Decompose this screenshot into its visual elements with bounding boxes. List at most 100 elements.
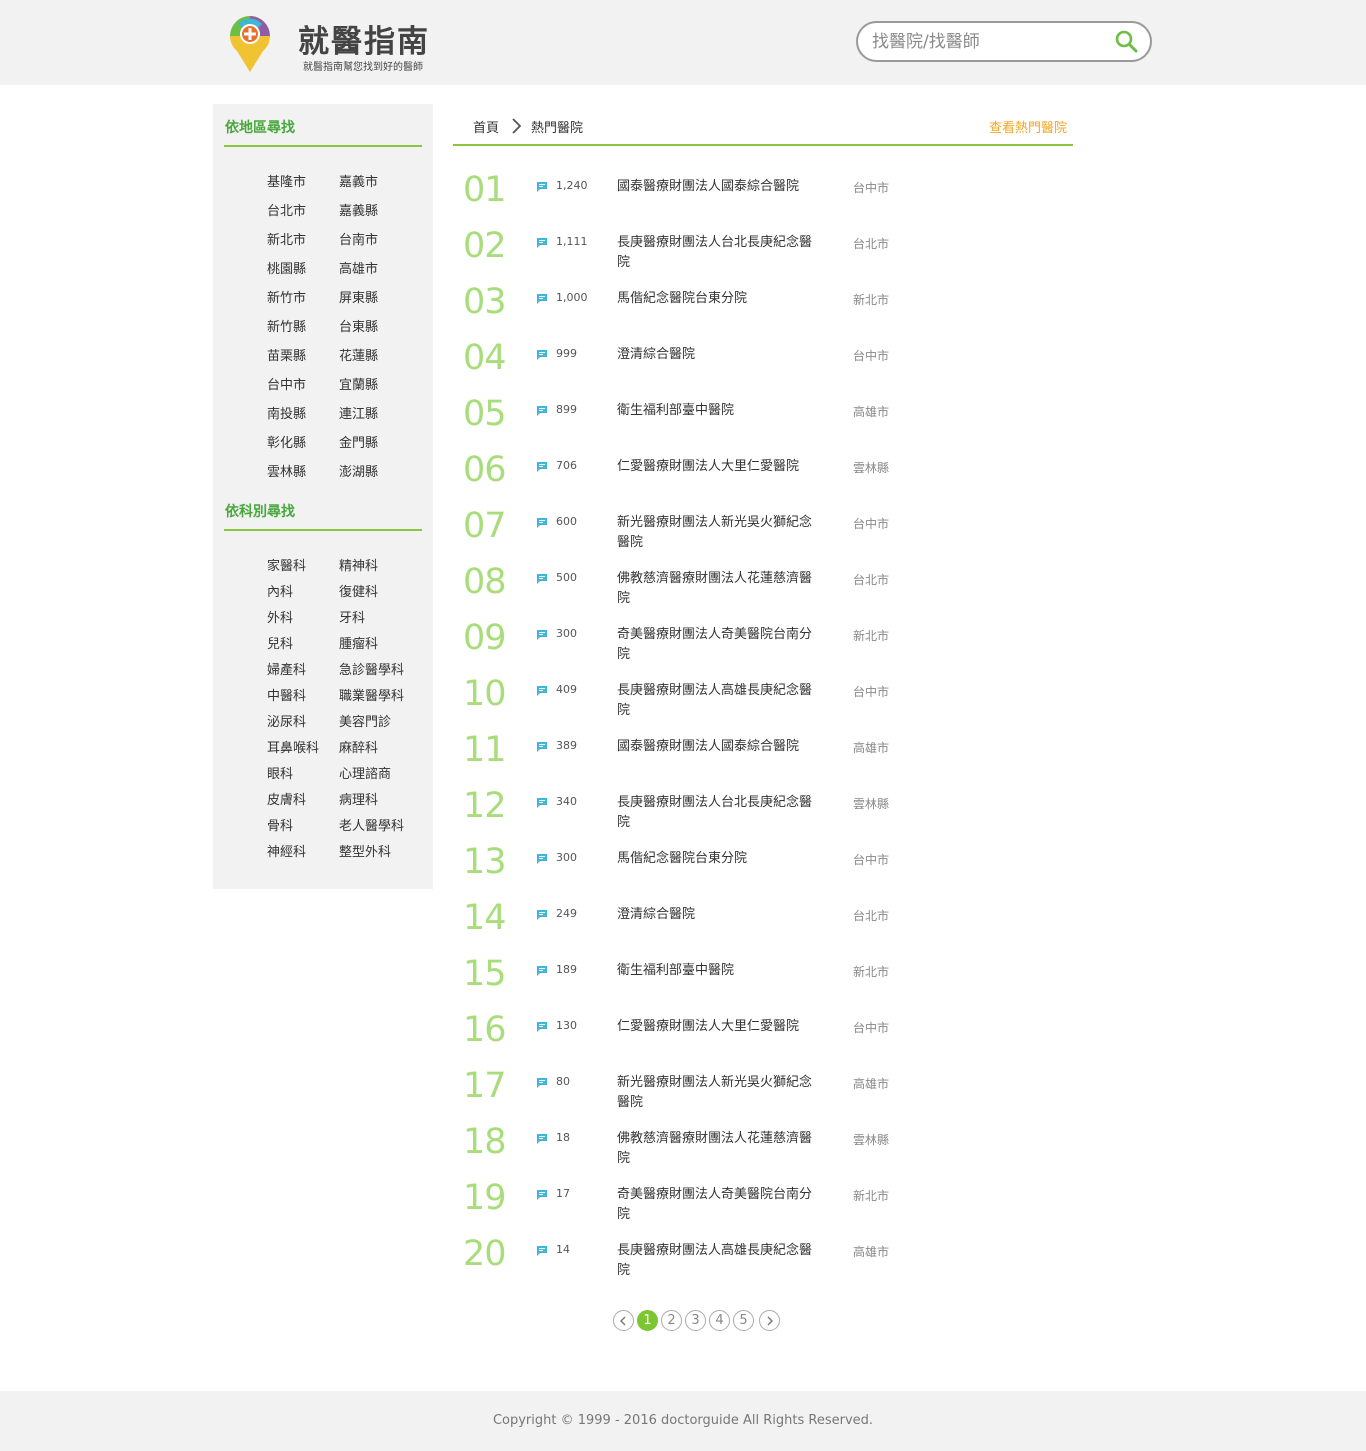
department-link[interactable]: 精神科 — [339, 555, 378, 574]
region-link[interactable]: 嘉義縣 — [339, 200, 378, 219]
region-link[interactable]: 宜蘭縣 — [339, 374, 378, 393]
hospital-name-link[interactable]: 佛教慈濟醫療財團法人花蓮慈濟醫院 — [617, 1129, 822, 1169]
region-link[interactable]: 桃園縣 — [267, 258, 306, 277]
hospital-city: 台中市 — [853, 853, 890, 867]
region-link[interactable]: 台北市 — [267, 200, 306, 219]
hospital-rank: 16 — [463, 1010, 507, 1050]
department-link[interactable]: 眼科 — [267, 763, 293, 782]
hospital-name-link[interactable]: 國泰醫療財團法人國泰綜合醫院 — [617, 177, 822, 197]
review-count: 389 — [556, 739, 577, 752]
region-link[interactable]: 屏東縣 — [339, 287, 378, 306]
page-number-button[interactable]: 2 — [661, 1310, 682, 1331]
department-link[interactable]: 內科 — [267, 581, 293, 600]
hospital-city: 雲林縣 — [853, 797, 890, 811]
search-icon[interactable] — [1114, 29, 1140, 55]
page-number-button[interactable]: 4 — [709, 1310, 730, 1331]
region-link[interactable]: 花蓮縣 — [339, 345, 378, 364]
region-link[interactable]: 連江縣 — [339, 403, 378, 422]
page-number-button[interactable]: 1 — [637, 1310, 658, 1331]
prev-page-button[interactable] — [613, 1310, 634, 1331]
hospital-name-link[interactable]: 馬偕紀念醫院台東分院 — [617, 849, 822, 869]
hospital-row: 14 249 澄清綜合醫院 台北市 — [453, 898, 1073, 963]
department-link[interactable]: 家醫科 — [267, 555, 306, 574]
department-link[interactable]: 美容門診 — [339, 711, 391, 730]
hospital-name-link[interactable]: 新光醫療財團法人新光吳火獅紀念醫院 — [617, 1073, 822, 1113]
hospital-name-link[interactable]: 衛生福利部臺中醫院 — [617, 961, 822, 981]
sidebar: 依地區尋找 基隆市 嘉義市 台北市 嘉義縣 新北市 台南市 桃園縣 高雄市 新竹市 屏東縣 新竹縣台… — [213, 104, 433, 889]
review-count: 600 — [556, 515, 577, 528]
region-link[interactable]: 台中市 — [267, 374, 306, 393]
hospital-name-link[interactable]: 奇美醫療財團法人奇美醫院台南分院 — [617, 625, 822, 665]
department-link[interactable]: 整型外科 — [339, 841, 391, 860]
department-link[interactable]: 皮膚科 — [267, 789, 306, 808]
department-link[interactable]: 婦產科 — [267, 659, 306, 678]
department-link[interactable]: 心理諮商 — [339, 763, 391, 782]
department-link[interactable]: 骨科 — [267, 815, 293, 834]
hospital-name-link[interactable]: 奇美醫療財團法人奇美醫院台南分院 — [617, 1185, 822, 1225]
region-link[interactable]: 澎湖縣 — [339, 461, 378, 480]
search-input[interactable] — [872, 30, 1107, 54]
department-link[interactable]: 麻醉科 — [339, 737, 378, 756]
hospital-rank: 03 — [463, 282, 507, 322]
view-hot-hospitals-link[interactable]: 查看熱門醫院 — [989, 117, 1067, 136]
department-link[interactable]: 復健科 — [339, 581, 378, 600]
breadcrumb-home[interactable]: 首頁 — [473, 117, 499, 136]
site-footer: Copyright © 1999 - 2016 doctorguide All … — [0, 1391, 1366, 1451]
hospital-name-link[interactable]: 佛教慈濟醫療財團法人花蓮慈濟醫院 — [617, 569, 822, 609]
region-link[interactable]: 新北市 — [267, 229, 306, 248]
comment-icon — [537, 574, 547, 584]
review-count: 409 — [556, 683, 577, 696]
page-number-button[interactable]: 5 — [733, 1310, 754, 1331]
region-link[interactable]: 高雄市 — [339, 258, 378, 277]
region-link[interactable]: 雲林縣 — [267, 461, 306, 480]
hospital-name-link[interactable]: 新光醫療財團法人新光吳火獅紀念醫院 — [617, 513, 822, 553]
department-link[interactable]: 急診醫學科 — [339, 659, 404, 678]
hospital-name-link[interactable]: 長庚醫療財團法人高雄長庚紀念醫院 — [617, 1241, 822, 1281]
region-link[interactable]: 台南市 — [339, 229, 378, 248]
hospital-name-link[interactable]: 仁愛醫療財團法人大里仁愛醫院 — [617, 1017, 822, 1037]
department-link[interactable]: 耳鼻喉科 — [267, 737, 319, 756]
region-link[interactable]: 新竹縣 — [267, 316, 306, 335]
region-link[interactable]: 苗栗縣 — [267, 345, 306, 364]
review-count: 189 — [556, 963, 577, 976]
department-link[interactable]: 職業醫學科 — [339, 685, 404, 704]
region-link[interactable]: 金門縣 — [339, 432, 378, 451]
department-link[interactable]: 外科 — [267, 607, 293, 626]
comment-icon — [537, 798, 547, 808]
hospital-row: 07 600 新光醫療財團法人新光吳火獅紀念醫院 台中市 — [453, 506, 1073, 571]
region-link[interactable]: 新竹市 — [267, 287, 306, 306]
department-link[interactable]: 神經科 — [267, 841, 306, 860]
department-link[interactable]: 老人醫學科 — [339, 815, 404, 834]
region-link[interactable]: 基隆市 — [267, 171, 306, 190]
hospital-name-link[interactable]: 馬偕紀念醫院台東分院 — [617, 289, 822, 309]
region-link[interactable]: 嘉義市 — [339, 171, 378, 190]
review-count: 899 — [556, 403, 577, 416]
department-link[interactable]: 泌尿科 — [267, 711, 306, 730]
hospital-name-link[interactable]: 澄清綜合醫院 — [617, 345, 822, 365]
hospital-rank: 07 — [463, 506, 507, 546]
hospital-name-link[interactable]: 澄清綜合醫院 — [617, 905, 822, 925]
region-link[interactable]: 南投縣 — [267, 403, 306, 422]
comment-icon — [537, 1078, 547, 1088]
hospital-name-link[interactable]: 仁愛醫療財團法人大里仁愛醫院 — [617, 457, 822, 477]
next-page-button[interactable] — [759, 1310, 780, 1331]
hospital-name-link[interactable]: 長庚醫療財團法人台北長庚紀念醫院 — [617, 233, 822, 273]
hospital-name-link[interactable]: 長庚醫療財團法人高雄長庚紀念醫院 — [617, 681, 822, 721]
region-link[interactable]: 台東縣 — [339, 316, 378, 335]
hospital-city: 台北市 — [853, 909, 890, 923]
department-link[interactable]: 病理科 — [339, 789, 378, 808]
logo-pin-icon[interactable] — [228, 14, 272, 74]
hospital-name-link[interactable]: 長庚醫療財團法人台北長庚紀念醫院 — [617, 793, 822, 833]
department-link[interactable]: 兒科 — [267, 633, 293, 652]
hospital-name-link[interactable]: 國泰醫療財團法人國泰綜合醫院 — [617, 737, 822, 757]
hospital-name-link[interactable]: 衛生福利部臺中醫院 — [617, 401, 822, 421]
department-link[interactable]: 中醫科 — [267, 685, 306, 704]
logo-title[interactable]: 就醫指南 — [298, 16, 430, 61]
department-link[interactable]: 腫瘤科 — [339, 633, 378, 652]
region-link[interactable]: 彰化縣 — [267, 432, 306, 451]
comment-icon — [537, 1022, 547, 1032]
review-count: 1,000 — [556, 291, 588, 304]
department-link[interactable]: 牙科 — [339, 607, 365, 626]
hospital-rank: 17 — [463, 1066, 507, 1106]
page-number-button[interactable]: 3 — [685, 1310, 706, 1331]
